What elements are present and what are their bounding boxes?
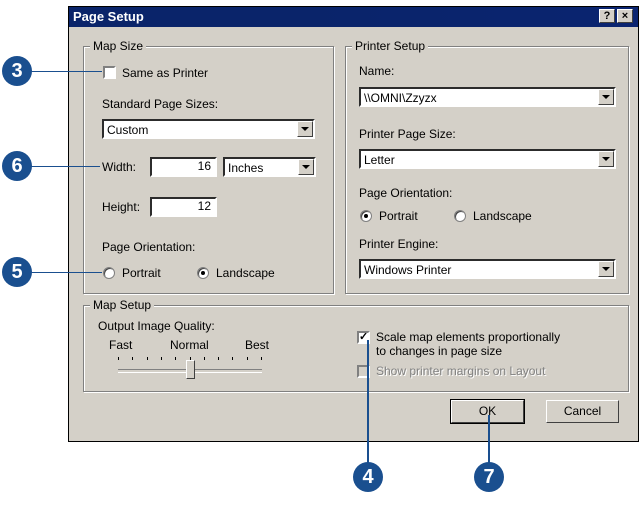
cancel-button[interactable]: Cancel (546, 400, 619, 423)
slider-tick (161, 357, 162, 360)
slider-tick (175, 357, 176, 360)
same-as-printer-checkbox[interactable] (103, 66, 116, 79)
units-value: Inches (228, 161, 264, 175)
map-size-group: Map Size Same as Printer Standard Page S… (83, 39, 334, 294)
landscape-radio[interactable] (197, 267, 209, 279)
same-as-printer-label: Same as Printer (122, 66, 209, 80)
printer-portrait-label: Portrait (379, 209, 418, 223)
scale-elements-label-line2: to changes in page size (376, 344, 503, 358)
printer-setup-group-label: Printer Setup (352, 39, 429, 53)
best-label: Best (245, 338, 270, 352)
portrait-label: Portrait (122, 266, 161, 280)
chevron-down-icon[interactable] (298, 159, 314, 175)
slider-tick (261, 357, 262, 360)
printer-engine-value: Windows Printer (364, 263, 452, 277)
callout-4: 4 (353, 462, 383, 492)
height-field[interactable]: 12 (150, 197, 217, 217)
page-setup-dialog: Page Setup ? × Map Size Same as Printer … (68, 6, 639, 442)
printer-page-size-select[interactable]: Letter (359, 149, 616, 169)
printer-page-size-value: Letter (364, 153, 395, 167)
printer-landscape-radio[interactable] (454, 210, 466, 222)
printer-engine-label: Printer Engine: (359, 237, 439, 251)
map-orientation-label: Page Orientation: (102, 240, 196, 254)
standard-page-sizes-select[interactable]: Custom (102, 119, 315, 139)
callout-5: 5 (2, 257, 32, 287)
landscape-label: Landscape (216, 266, 275, 280)
callout-7-line (488, 415, 490, 465)
width-field[interactable]: 16 (150, 157, 217, 177)
slider-tick (232, 357, 233, 360)
standard-page-size-value: Custom (107, 123, 149, 137)
scale-elements-label-line1: Scale map elements proportionally (376, 330, 561, 344)
normal-label: Normal (170, 338, 209, 352)
fast-label: Fast (109, 338, 133, 352)
printer-name-value: \\OMNI\Zzyzx (364, 91, 437, 105)
units-select[interactable]: Inches (223, 157, 316, 177)
show-margins-label: Show printer margins on Layout (376, 364, 546, 378)
printer-orientation-label: Page Orientation: (359, 186, 453, 200)
callout-7: 7 (474, 462, 504, 492)
slider-tick (218, 357, 219, 360)
chevron-down-icon[interactable] (598, 151, 614, 167)
callout-4-line (367, 340, 369, 465)
slider-tick (147, 357, 148, 360)
output-quality-slider[interactable] (118, 355, 262, 385)
standard-page-sizes-label: Standard Page Sizes: (102, 97, 219, 111)
map-size-group-label: Map Size (90, 39, 147, 53)
dialog-title: Page Setup (73, 9, 144, 24)
printer-engine-select[interactable]: Windows Printer (359, 259, 616, 279)
callout-6: 6 (2, 151, 32, 181)
map-setup-group: Map Setup Output Image Quality: Fast Nor… (83, 298, 629, 392)
slider-thumb[interactable] (186, 360, 195, 379)
title-bar[interactable]: Page Setup ? × (69, 7, 638, 27)
printer-name-label: Name: (359, 64, 395, 78)
map-setup-group-label: Map Setup (90, 298, 155, 312)
slider-tick (118, 357, 119, 360)
callout-3: 3 (2, 56, 32, 86)
slider-tick (204, 357, 205, 360)
slider-tick (132, 357, 133, 360)
printer-page-size-label: Printer Page Size: (359, 127, 456, 141)
printer-portrait-radio[interactable] (360, 210, 372, 222)
help-button[interactable]: ? (599, 9, 615, 23)
chevron-down-icon[interactable] (598, 261, 614, 277)
slider-tick (247, 357, 248, 360)
chevron-down-icon[interactable] (598, 89, 614, 105)
width-label: Width: (102, 160, 137, 174)
chevron-down-icon[interactable] (297, 121, 313, 137)
printer-landscape-label: Landscape (473, 209, 532, 223)
printer-setup-group: Printer Setup Name: \\OMNI\Zzyzx Printer… (345, 39, 629, 294)
output-quality-label: Output Image Quality: (98, 319, 215, 333)
printer-name-select[interactable]: \\OMNI\Zzyzx (359, 87, 616, 107)
close-button[interactable]: × (617, 9, 633, 23)
height-label: Height: (102, 200, 141, 214)
portrait-radio[interactable] (103, 267, 115, 279)
